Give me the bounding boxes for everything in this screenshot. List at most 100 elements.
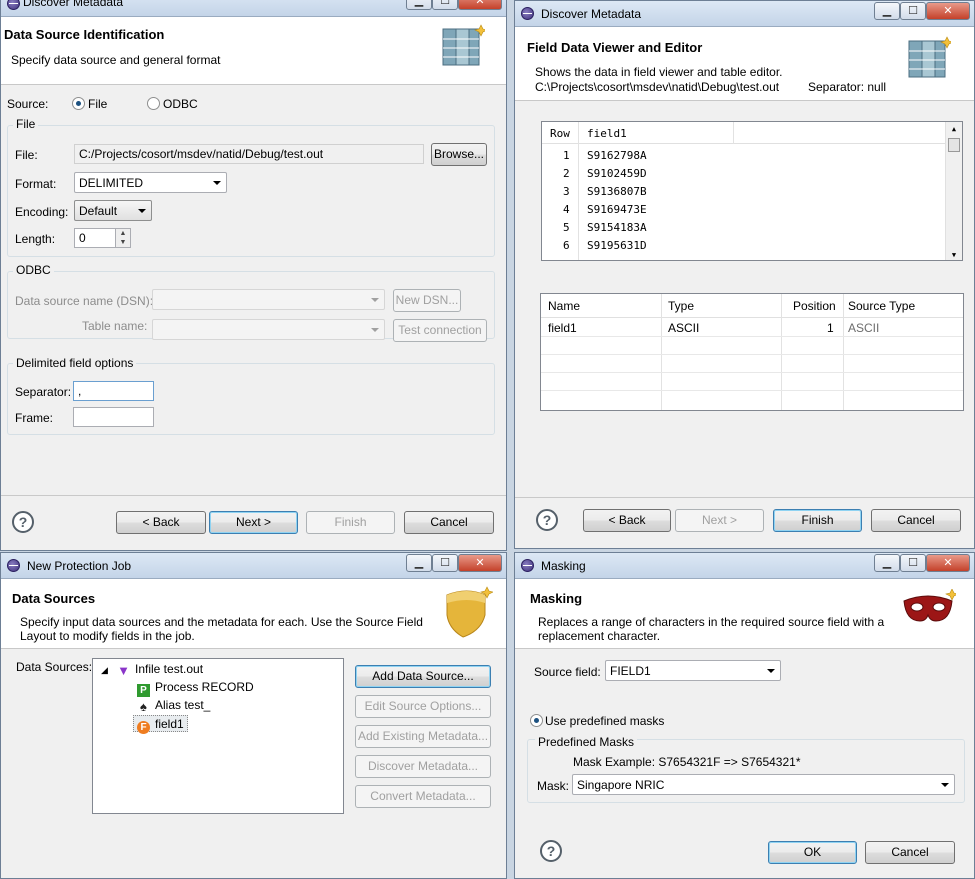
column-header-position[interactable]: Position <box>793 299 836 313</box>
cancel-button[interactable]: Cancel <box>871 509 961 532</box>
tree-item-alias[interactable]: ♠ Alias test_ <box>137 697 210 714</box>
column-header-type[interactable]: Type <box>668 299 694 313</box>
cell-position[interactable]: 1 <box>827 321 834 335</box>
help-icon[interactable]: ? <box>540 840 562 862</box>
cancel-button[interactable]: Cancel <box>865 841 955 864</box>
eclipse-icon <box>7 559 20 572</box>
title-bar[interactable]: Discover Metadata ▁ ☐ ✕ <box>515 1 974 27</box>
encoding-select[interactable]: Default <box>74 200 152 221</box>
close-button[interactable]: ✕ <box>458 554 502 572</box>
data-sources-tree[interactable]: ◢ ▼ Infile test.out P Process RECORD ♠ Alia… <box>92 658 344 814</box>
finish-button[interactable]: Finish <box>306 511 395 534</box>
column-header-field1[interactable]: field1 <box>587 127 627 140</box>
tree-item-process[interactable]: P Process RECORD <box>137 679 254 697</box>
minimize-button[interactable]: ▁ <box>874 2 900 20</box>
help-icon[interactable]: ? <box>12 511 34 533</box>
scroll-down-icon[interactable]: ▼ <box>946 248 962 260</box>
metadata-table-editor[interactable]: Name Type Position Source Type field1 AS… <box>540 293 964 411</box>
window-controls: ▁ ☐ ✕ <box>874 2 970 20</box>
scroll-up-icon[interactable]: ▲ <box>946 122 962 136</box>
column-header-name[interactable]: Name <box>548 299 580 313</box>
finish-button[interactable]: Finish <box>773 509 862 532</box>
column-divider <box>578 122 579 260</box>
spin-down-icon[interactable]: ▼ <box>116 238 130 247</box>
maximize-button[interactable]: ☐ <box>432 554 458 572</box>
back-button[interactable]: < Back <box>116 511 206 534</box>
cancel-button[interactable]: Cancel <box>404 511 494 534</box>
source-odbc-label[interactable]: ODBC <box>163 97 198 111</box>
column-header-row[interactable]: Row <box>550 127 570 140</box>
use-predefined-masks-label[interactable]: Use predefined masks <box>545 714 664 728</box>
next-button[interactable]: Next > <box>209 511 298 534</box>
new-dsn-button[interactable]: New DSN... <box>393 289 461 312</box>
add-existing-metadata-button[interactable]: Add Existing Metadata... <box>355 725 491 748</box>
table-name-select[interactable] <box>152 319 385 340</box>
ok-button[interactable]: OK <box>768 841 857 864</box>
source-file-label[interactable]: File <box>88 97 107 111</box>
close-button[interactable]: ✕ <box>458 0 502 10</box>
maximize-button[interactable]: ☐ <box>900 554 926 572</box>
use-predefined-masks-radio[interactable] <box>530 714 543 727</box>
mask-select[interactable]: Singapore NRIC <box>572 774 955 795</box>
minimize-button[interactable]: ▁ <box>406 0 432 10</box>
viewer-scrollbar[interactable]: ▲ ▼ <box>945 122 962 260</box>
help-icon[interactable]: ? <box>536 509 558 531</box>
minimize-button[interactable]: ▁ <box>874 554 900 572</box>
source-file-radio[interactable] <box>72 97 85 110</box>
window-controls: ▁ ☐ ✕ <box>406 554 502 572</box>
source-label: Source: <box>7 97 49 111</box>
eclipse-icon <box>521 7 534 20</box>
page-description: Specify data source and general format <box>11 53 221 67</box>
close-button[interactable]: ✕ <box>926 2 970 20</box>
tree-expand-icon[interactable]: ◢ <box>101 665 108 676</box>
file-path-text: C:\Projects\cosort\msdev\natid\Debug\tes… <box>535 80 780 94</box>
column-header-source-type[interactable]: Source Type <box>848 299 915 313</box>
spin-up-icon[interactable]: ▲ <box>116 229 130 238</box>
back-button[interactable]: < Back <box>583 509 671 532</box>
eclipse-icon <box>521 559 534 572</box>
edit-source-options-button[interactable]: Edit Source Options... <box>355 695 491 718</box>
tree-item-infile[interactable]: ▼ Infile test.out <box>117 661 203 678</box>
wizard-header: Masking Replaces a range of characters i… <box>515 579 974 649</box>
eclipse-icon <box>7 0 20 10</box>
discover-metadata-button[interactable]: Discover Metadata... <box>355 755 491 778</box>
maximize-button[interactable]: ☐ <box>432 0 458 10</box>
field1-value: S9154183A <box>587 221 647 234</box>
add-data-source-button[interactable]: Add Data Source... <box>355 665 491 688</box>
next-button[interactable]: Next > <box>675 509 764 532</box>
length-field[interactable]: 0 <box>74 228 116 248</box>
tree-item-field[interactable]: Ffield1 <box>133 715 188 734</box>
chevron-down-icon <box>371 298 379 302</box>
row-number: 3 <box>563 185 570 198</box>
wizard-header: Data Source Identification Specify data … <box>1 17 506 85</box>
title-bar[interactable]: Discover Metadata ▁ ☐ ✕ <box>1 0 506 17</box>
source-odbc-radio[interactable] <box>147 97 160 110</box>
browse-button[interactable]: Browse... <box>431 143 487 166</box>
cell-name[interactable]: field1 <box>548 321 577 335</box>
field-data-viewer[interactable]: Row field1 1 S9162798A 2 S9102459D 3 S91368… <box>541 121 963 261</box>
dsn-select[interactable] <box>152 289 385 310</box>
title-bar[interactable]: New Protection Job ▁ ☐ ✕ <box>1 553 506 579</box>
window-title: New Protection Job <box>27 559 132 573</box>
encoding-label: Encoding: <box>15 205 69 219</box>
cell-type[interactable]: ASCII <box>668 321 699 335</box>
chevron-down-icon <box>767 669 775 673</box>
title-bar[interactable]: Masking ▁ ☐ ✕ <box>515 553 974 579</box>
chevron-down-icon <box>213 181 221 185</box>
convert-metadata-button[interactable]: Convert Metadata... <box>355 785 491 808</box>
row-number: 5 <box>563 221 570 234</box>
scroll-thumb[interactable] <box>948 138 960 152</box>
source-field-select[interactable]: FIELD1 <box>605 660 781 681</box>
format-select[interactable]: DELIMITED <box>74 172 227 193</box>
row-divider <box>541 354 963 355</box>
frame-field[interactable] <box>73 407 154 427</box>
maximize-button[interactable]: ☐ <box>900 2 926 20</box>
database-table-icon <box>442 24 485 66</box>
separator-field[interactable]: , <box>73 381 154 401</box>
page-description-line1: Specify input data sources and the metad… <box>20 615 423 629</box>
minimize-button[interactable]: ▁ <box>406 554 432 572</box>
close-button[interactable]: ✕ <box>926 554 970 572</box>
file-path-field[interactable]: C:/Projects/cosort/msdev/natid/Debug/tes… <box>74 144 424 164</box>
test-connection-button[interactable]: Test connection <box>393 319 487 342</box>
length-stepper[interactable]: ▲ ▼ <box>115 228 131 248</box>
